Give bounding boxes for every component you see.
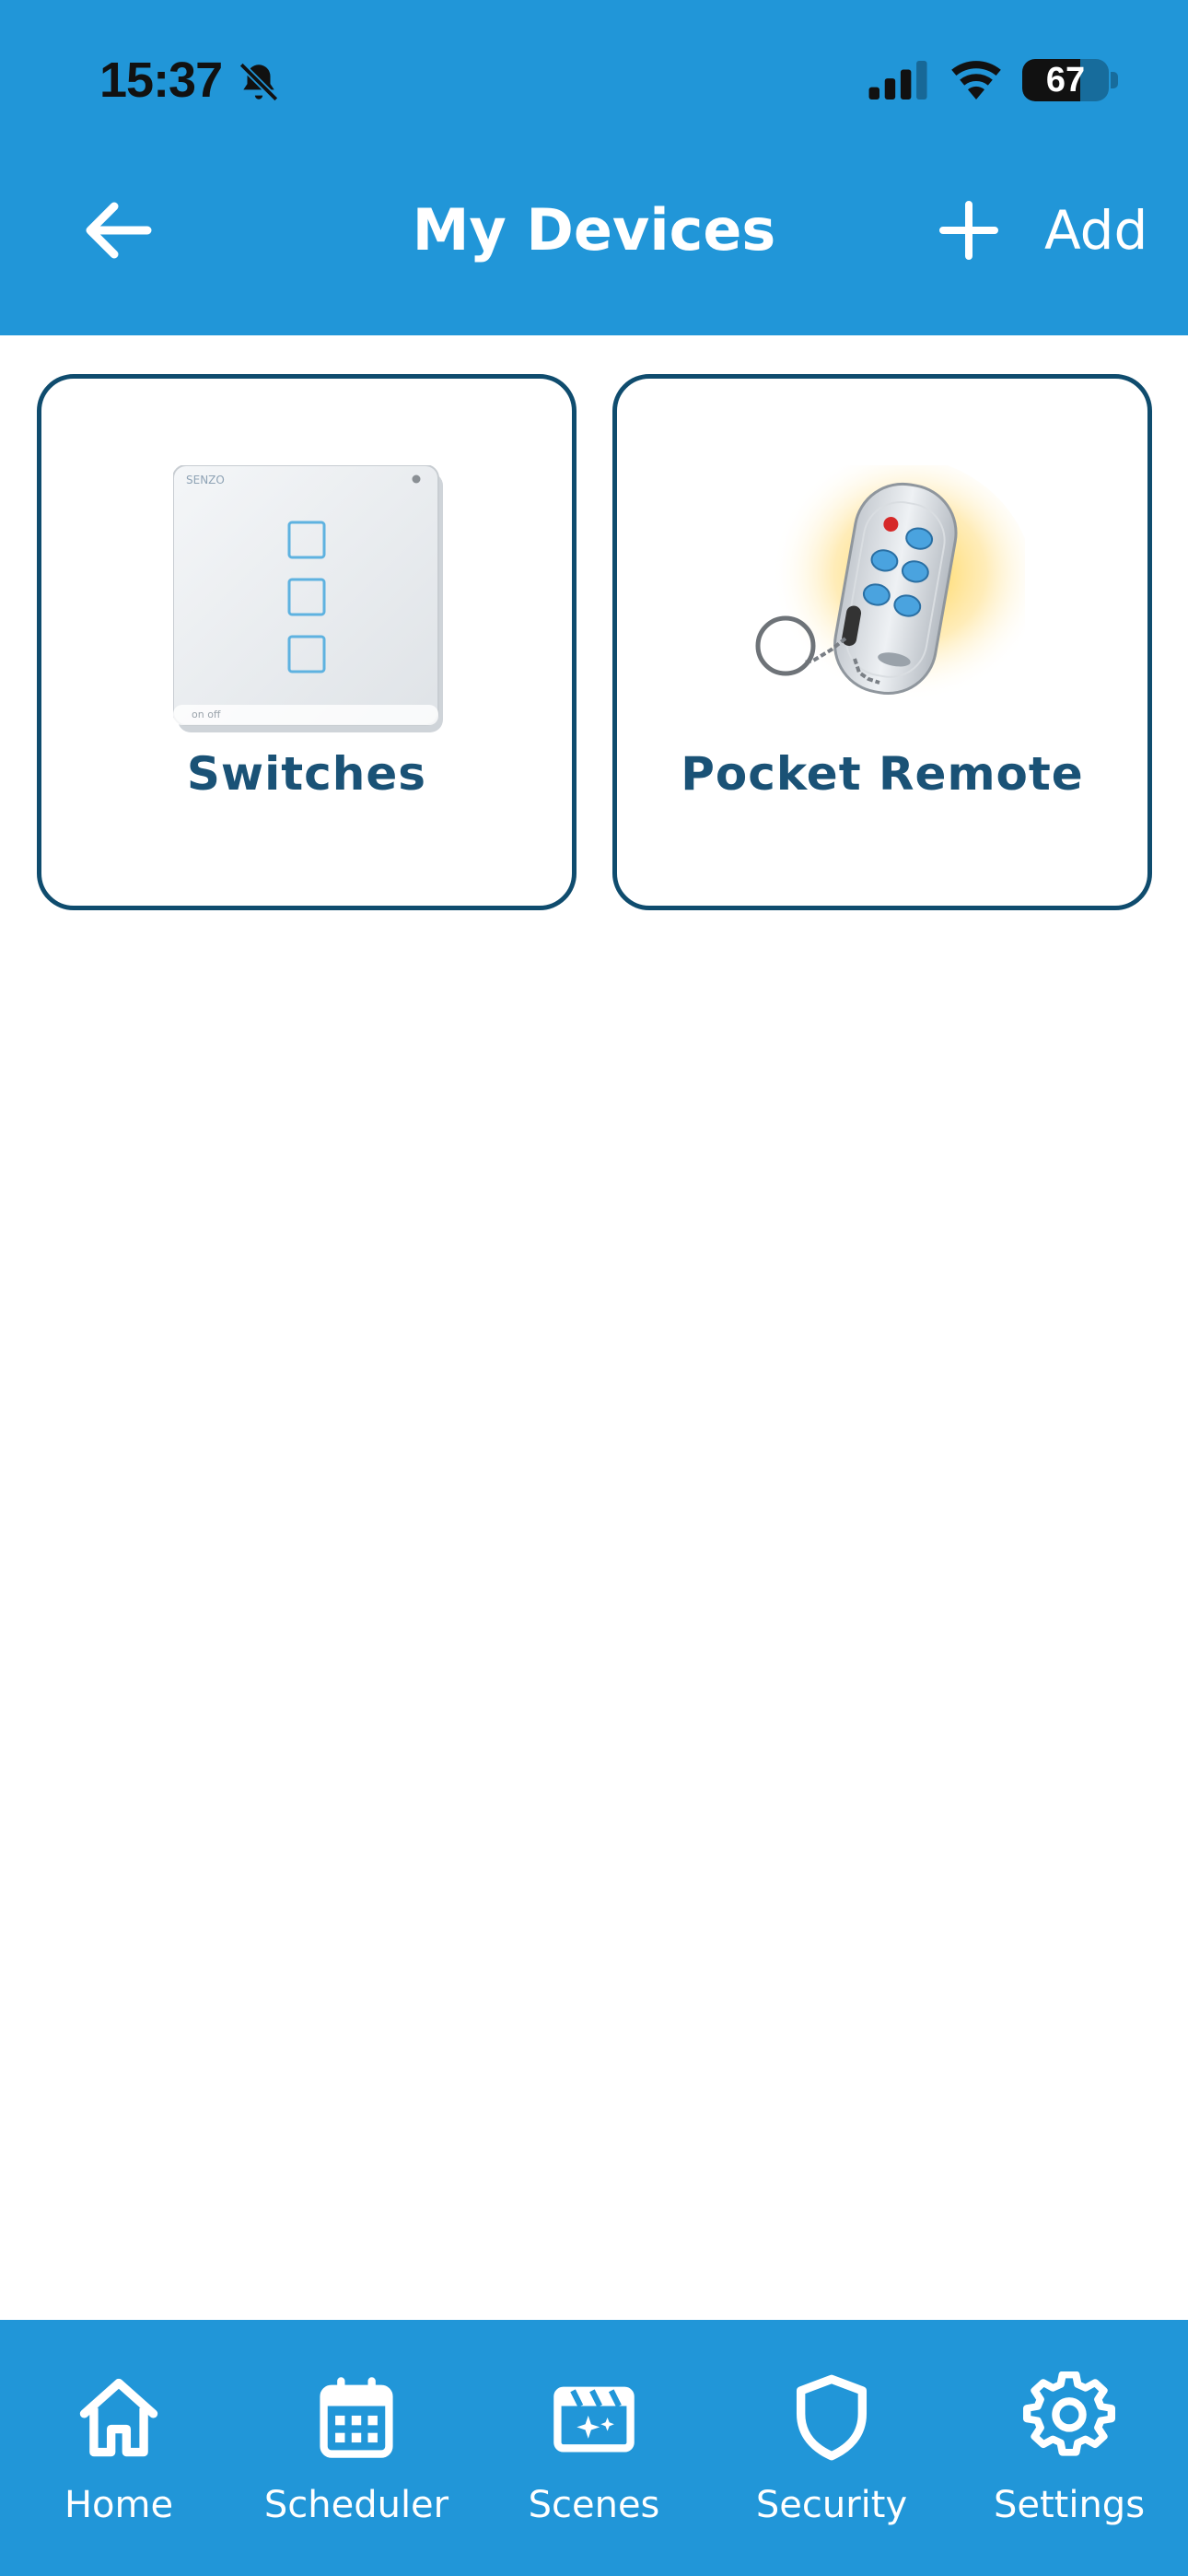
add-label: Add [1044,199,1148,262]
tab-label: Scheduler [263,2484,449,2526]
battery-percentage: 67 [1045,61,1086,100]
home-icon [79,2378,158,2457]
shield-icon [796,2374,868,2461]
wall-switch-image: SENZO on off [173,465,443,732]
device-label: Pocket Remote [681,747,1084,801]
tab-label: Settings [993,2484,1146,2526]
status-time: 15:37 [99,53,223,108]
device-card-switches[interactable]: SENZO on off Switches [37,374,577,910]
tab-scenes[interactable]: Scenes [475,2320,713,2576]
app-header: 15:37 67 My Devices Add [0,0,1188,335]
cellular-signal-icon [868,61,927,100]
device-label: Switches [186,747,427,801]
calendar-icon [320,2377,393,2458]
tab-label: Scenes [528,2484,660,2526]
battery-icon: 67 [1022,59,1109,101]
device-card-pocket-remote[interactable]: Pocket Remote [612,374,1152,910]
switch-brand-text: SENZO [186,474,225,486]
status-bar: 15:37 67 [0,0,1188,166]
navigation-bar: My Devices Add [0,166,1188,335]
tab-label: Security [755,2484,908,2526]
tab-settings[interactable]: Settings [950,2320,1188,2576]
plus-icon [939,201,998,260]
tab-label: Home [64,2484,174,2526]
tab-home[interactable]: Home [0,2320,238,2576]
tab-security[interactable]: Security [713,2320,950,2576]
clapperboard-icon [553,2386,635,2453]
tab-scheduler[interactable]: Scheduler [238,2320,475,2576]
bell-slash-icon [239,62,279,102]
wifi-icon [951,61,1001,100]
keyfob-remote-image [755,465,1025,714]
add-device-button[interactable]: Add [939,186,1179,275]
bottom-tab-bar: Home Scheduler Scenes Security Settings [0,2320,1188,2576]
gear-icon [1023,2371,1115,2456]
switch-footer-text: on off [192,708,221,720]
battery-tip [1111,72,1118,88]
